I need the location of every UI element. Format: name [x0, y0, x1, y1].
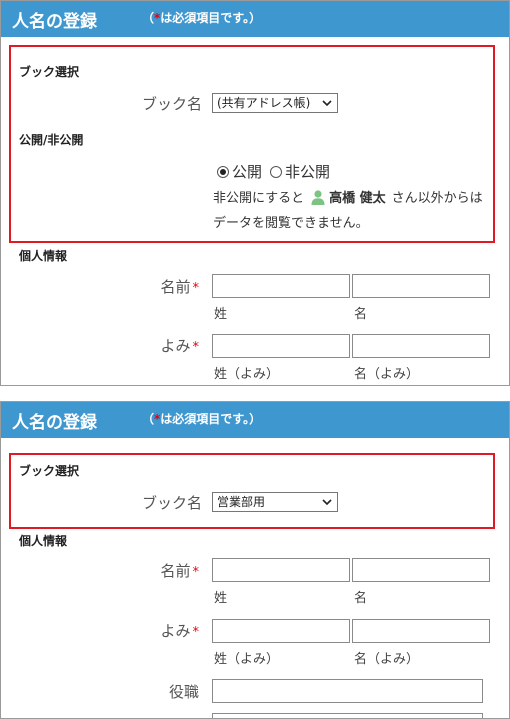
book-select[interactable]: (共有アドレス帳): [212, 93, 338, 113]
private-note-line2-text: データを閲覧できません。: [213, 216, 369, 231]
private-note-after: さん以外からは: [391, 191, 483, 206]
highlight-box: [9, 453, 495, 529]
job-title-label: 役職: [168, 683, 199, 701]
name-label-text: 名前: [160, 278, 191, 296]
job-title-input[interactable]: [212, 679, 483, 703]
page-header: 人名の登録 （*は必須項目です。）: [1, 402, 509, 438]
name-required-mark: *: [192, 565, 200, 580]
yomi-required-mark: *: [192, 625, 200, 640]
last-name-input[interactable]: [212, 558, 350, 582]
radio-private-indicator[interactable]: [270, 165, 283, 178]
first-name-input[interactable]: [352, 274, 490, 298]
registration-panel-shared-book: 人名の登録 （*は必須項目です。） ブック選択 ブック名 (共有アドレス帳) 公…: [0, 0, 510, 386]
personal-section-label: 個人情報: [19, 249, 68, 263]
name-label: 名前 *: [119, 276, 199, 297]
private-note-line2: データを閲覧できません。: [213, 212, 369, 231]
name-label: 名前 *: [119, 560, 199, 581]
first-name-sublabel: 名: [354, 591, 368, 606]
page-title: 人名の登録: [12, 413, 97, 433]
radio-private-label: 非公開: [285, 163, 331, 181]
yomi-required-mark: *: [192, 340, 200, 355]
chevron-down-icon: [322, 100, 332, 107]
book-name-label: ブック名: [141, 95, 202, 113]
required-note-open: （: [142, 412, 155, 426]
first-name-yomi-sublabel: 名（よみ）: [354, 652, 420, 667]
last-name-yomi-sublabel: 姓（よみ）: [214, 652, 280, 667]
last-name-yomi-sublabel: 姓（よみ）: [214, 367, 280, 382]
radio-private[interactable]: 非公開: [270, 161, 330, 182]
first-name-yomi-input[interactable]: [352, 334, 490, 358]
radio-public[interactable]: 公開: [217, 161, 262, 182]
last-name-yomi-input[interactable]: [212, 619, 350, 643]
book-select-value: 営業部用: [217, 495, 266, 509]
required-note-text: は必須項目です。）: [160, 412, 262, 426]
next-field-input[interactable]: [212, 713, 483, 718]
book-select[interactable]: 営業部用: [212, 492, 338, 512]
last-name-sublabel: 姓: [214, 591, 228, 606]
yomi-label: よみ *: [119, 620, 199, 641]
yomi-label-text: よみ: [160, 337, 191, 355]
registration-panel-department-book: 人名の登録 （*は必須項目です。） ブック選択 ブック名 営業部用 個人情報 名…: [0, 401, 510, 719]
first-name-sublabel: 名: [354, 307, 368, 322]
required-note-text: は必須項目です。）: [160, 11, 262, 25]
first-name-yomi-input[interactable]: [352, 619, 490, 643]
name-required-mark: *: [192, 281, 200, 296]
required-note: （*は必須項目です。）: [142, 410, 261, 427]
book-name-label: ブック名: [141, 494, 202, 512]
name-label-text: 名前: [160, 562, 191, 580]
visibility-radio-group: 公開 非公開: [217, 161, 338, 182]
book-section-label: ブック選択: [19, 464, 80, 478]
last-name-yomi-input[interactable]: [212, 334, 350, 358]
page-header: 人名の登録 （*は必須項目です。）: [1, 1, 509, 37]
first-name-input[interactable]: [352, 558, 490, 582]
radio-public-indicator[interactable]: [217, 165, 229, 178]
book-select-value: (共有アドレス帳): [217, 96, 311, 110]
book-section-label: ブック選択: [19, 65, 80, 79]
page-title: 人名の登録: [12, 12, 97, 32]
required-note-open: （: [142, 11, 155, 25]
last-name-sublabel: 姓: [214, 307, 228, 322]
chevron-down-icon: [322, 499, 332, 506]
last-name-input[interactable]: [212, 274, 350, 298]
private-note-line1: 非公開にすると 高橋 健太 さん以外からは: [213, 187, 483, 206]
yomi-label: よみ *: [119, 335, 199, 356]
user-icon: [311, 189, 325, 205]
first-name-yomi-sublabel: 名（よみ）: [354, 367, 420, 382]
private-note-before: 非公開にすると: [213, 191, 305, 206]
radio-public-label: 公開: [232, 163, 263, 181]
personal-section-label: 個人情報: [19, 534, 68, 548]
private-note-user: 高橋 健太: [329, 191, 386, 206]
visibility-section-label: 公開/非公開: [19, 133, 84, 147]
required-note: （*は必須項目です。）: [142, 9, 261, 26]
yomi-label-text: よみ: [160, 622, 191, 640]
